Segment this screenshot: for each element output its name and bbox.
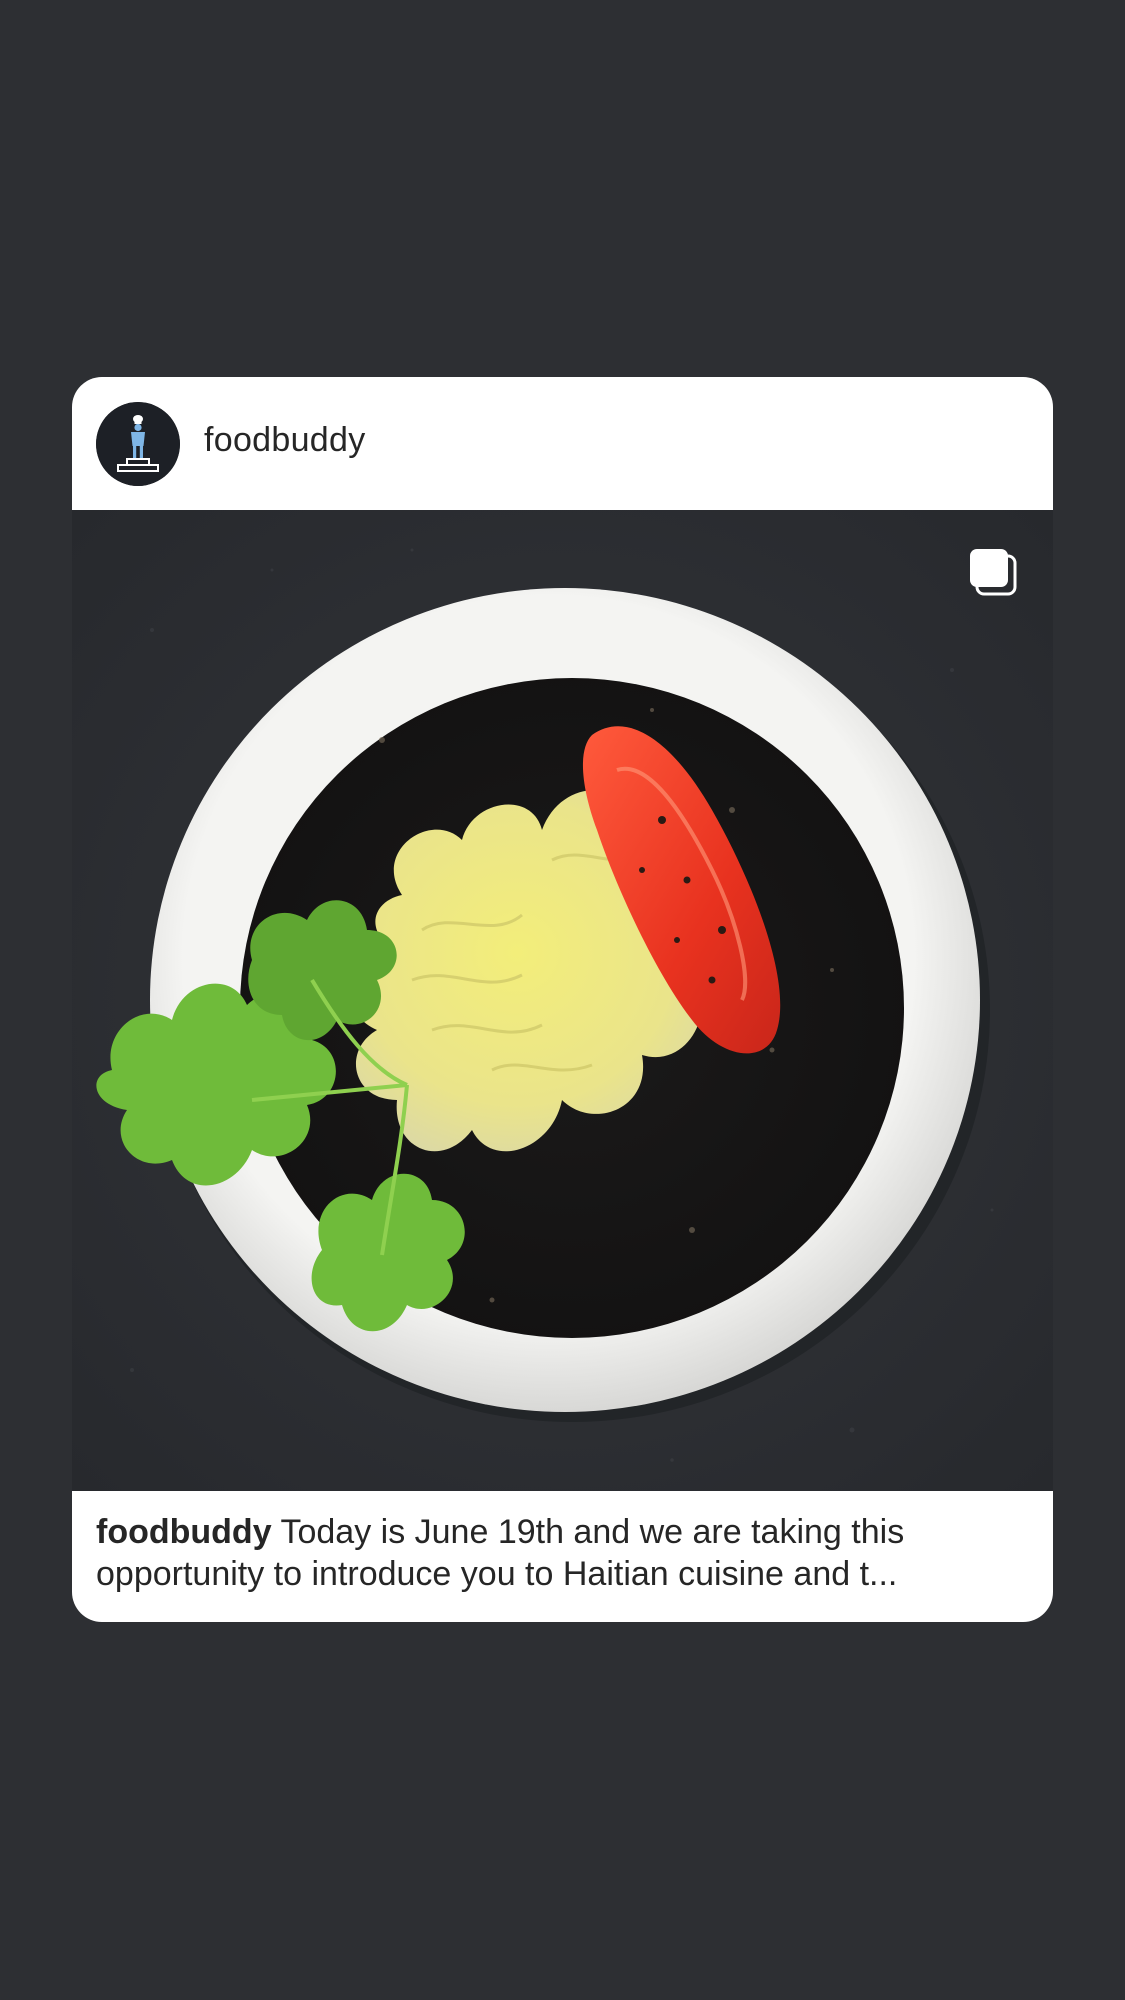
screen: foodbuddy foodbuddy Today is June 19th a… — [0, 0, 1125, 2000]
caption-text-1: Today is June 19th and we are taking thi… — [280, 1513, 905, 1551]
caption-text-2: opportunity to introduce you to Haitian … — [96, 1555, 898, 1593]
post-photo[interactable] — [72, 510, 1053, 1491]
caption-username[interactable]: foodbuddy — [96, 1513, 272, 1551]
caption-line-1: foodbuddy Today is June 19th and we are … — [96, 1511, 1031, 1553]
multiple-images-icon — [967, 546, 1019, 598]
post-caption[interactable]: foodbuddy Today is June 19th and we are … — [96, 1511, 1031, 1595]
chef-on-pedestal-icon — [96, 402, 180, 486]
food-bowl-photo — [72, 510, 1053, 1491]
post-username[interactable]: foodbuddy — [204, 421, 366, 460]
post-card[interactable]: foodbuddy foodbuddy Today is June 19th a… — [72, 377, 1053, 1622]
avatar[interactable] — [96, 402, 180, 486]
post-header: foodbuddy — [72, 377, 1053, 510]
